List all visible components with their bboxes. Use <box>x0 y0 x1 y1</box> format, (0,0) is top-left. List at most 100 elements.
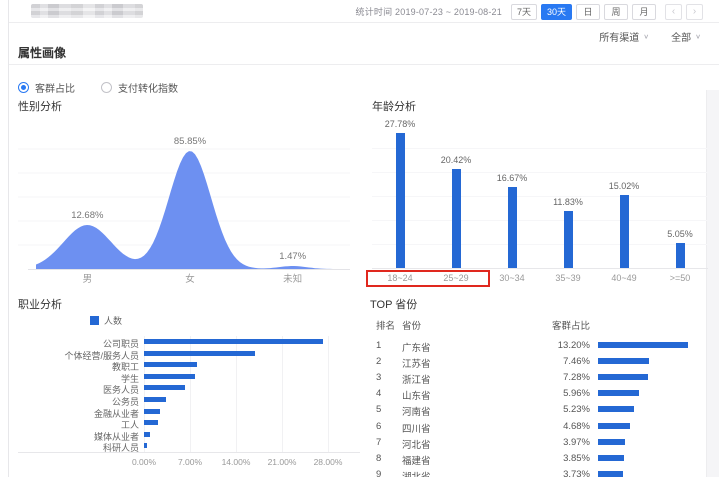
age-bar <box>620 195 629 268</box>
province-rank: 9 <box>376 469 398 477</box>
occupation-section-title: 职业分析 <box>18 296 360 312</box>
age-section-title: 年龄分析 <box>372 98 708 114</box>
province-share: 3.97% <box>518 437 590 448</box>
province-table: 排名省份客群占比1广东省13.20%2江苏省7.46%3浙江省7.28%4山东省… <box>370 296 718 476</box>
age-value-label: 15.02% <box>594 181 654 191</box>
province-bar <box>598 358 649 364</box>
x-tick-label: 7.00% <box>165 457 215 467</box>
range-button-周[interactable]: 周 <box>604 4 628 20</box>
gridline <box>372 148 708 149</box>
province-name: 湖北省 <box>402 469 431 477</box>
province-share: 4.68% <box>518 421 590 432</box>
age-category-label: 35~39 <box>540 273 596 283</box>
column-header-province: 省份 <box>402 318 421 332</box>
province-bar <box>598 455 624 461</box>
province-name: 河南省 <box>402 404 431 418</box>
province-bar <box>598 471 623 477</box>
province-rank: 6 <box>376 421 398 432</box>
age-value-label: 11.83% <box>538 197 598 207</box>
age-category-label: >=50 <box>652 273 708 283</box>
range-button-日[interactable]: 日 <box>576 4 600 20</box>
occupation-bar <box>144 397 166 402</box>
age-value-label: 27.78% <box>370 119 430 129</box>
topbar-controls: 统计时间 2019-07-23 ~ 2019-08-21 7天30天日周月 ‹ … <box>356 0 703 23</box>
gridline <box>282 336 283 452</box>
province-share: 5.23% <box>518 404 590 415</box>
province-name: 山东省 <box>402 388 431 402</box>
scope-dropdown[interactable]: 全部 ∨ <box>671 29 701 44</box>
age-bar <box>564 211 573 268</box>
province-bar <box>598 439 625 445</box>
gender-value-label: 85.85% <box>174 136 207 147</box>
age-category-label: 40~49 <box>596 273 652 283</box>
province-bar <box>598 374 648 380</box>
gender-section-title: 性别分析 <box>18 98 350 114</box>
next-period-button[interactable]: › <box>686 4 703 20</box>
province-rank: 4 <box>376 388 398 399</box>
age-bar <box>508 187 517 268</box>
province-rank: 8 <box>376 453 398 464</box>
age-bar <box>452 169 461 268</box>
gender-category-label: 未知 <box>283 273 302 285</box>
gender-value-label: 12.68% <box>71 210 104 221</box>
x-tick-label: 14.00% <box>211 457 261 467</box>
range-button-30天[interactable]: 30天 <box>541 4 572 20</box>
province-bar <box>598 406 634 412</box>
age-bar <box>396 133 405 268</box>
left-border <box>8 0 9 477</box>
scope-dropdown-value: 全部 <box>671 29 691 44</box>
top-bar: 统计时间 2019-07-23 ~ 2019-08-21 7天30天日周月 ‹ … <box>9 0 719 23</box>
gender-value-label: 1.47% <box>279 251 306 262</box>
x-tick-label: 0.00% <box>119 457 169 467</box>
gridline <box>328 336 329 452</box>
tab-客群占比[interactable]: 客群占比 <box>18 80 75 95</box>
age-bar-chart: 27.78%18~2420.42%25~2916.67%30~3411.83%3… <box>372 116 708 290</box>
province-name: 广东省 <box>402 340 431 354</box>
province-bar <box>598 390 639 396</box>
age-highlight-box <box>366 270 490 287</box>
province-name: 河北省 <box>402 437 431 451</box>
channel-dropdown[interactable]: 所有渠道 ∨ <box>599 29 649 44</box>
x-tick-label: 28.00% <box>303 457 353 467</box>
radio-icon <box>101 82 112 93</box>
range-button-7天[interactable]: 7天 <box>511 4 537 20</box>
province-rank: 1 <box>376 340 398 351</box>
gender-category-label: 男 <box>83 274 93 285</box>
province-share: 3.85% <box>518 453 590 464</box>
chevron-down-icon: ∨ <box>643 33 649 40</box>
column-header-rank: 排名 <box>376 318 398 332</box>
province-name: 浙江省 <box>402 372 431 386</box>
occupation-bar <box>144 374 195 379</box>
gender-category-label: 女 <box>185 273 195 285</box>
province-share: 7.28% <box>518 372 590 383</box>
prev-period-button[interactable]: ‹ <box>665 4 682 20</box>
chevron-down-icon: ∨ <box>695 33 701 40</box>
channel-dropdown-value: 所有渠道 <box>599 29 639 44</box>
province-rank: 3 <box>376 372 398 383</box>
age-value-label: 16.67% <box>482 173 542 183</box>
province-name: 福建省 <box>402 453 431 467</box>
page-title: 属性画像 <box>18 44 66 61</box>
province-rank: 2 <box>376 356 398 367</box>
province-share: 7.46% <box>518 356 590 367</box>
range-button-月[interactable]: 月 <box>632 4 656 20</box>
province-section: TOP 省份 排名省份客群占比1广东省13.20%2江苏省7.46%3浙江省7.… <box>370 296 718 476</box>
gridline <box>372 220 708 221</box>
age-bar <box>676 243 685 268</box>
occupation-bar <box>144 409 160 414</box>
stat-time-label: 统计时间 2019-07-23 ~ 2019-08-21 <box>356 5 502 18</box>
gridline <box>372 244 708 245</box>
province-share: 5.96% <box>518 388 590 399</box>
age-section: 年龄分析 27.78%18~2420.42%25~2916.67%30~3411… <box>372 98 708 286</box>
tab-支付转化指数[interactable]: 支付转化指数 <box>101 80 178 95</box>
province-bar <box>598 423 630 429</box>
occupation-bar <box>144 351 255 356</box>
province-share: 13.20% <box>518 340 590 351</box>
occupation-bar <box>144 385 185 390</box>
divider <box>9 64 719 65</box>
age-category-label: 30~34 <box>484 273 540 283</box>
tab-label: 支付转化指数 <box>118 80 178 95</box>
occupation-bar-chart: 0.00%7.00%14.00%21.00%28.00%公司职员个体经营/服务人… <box>18 336 360 472</box>
province-rank: 5 <box>376 404 398 415</box>
occupation-bar <box>144 339 323 344</box>
